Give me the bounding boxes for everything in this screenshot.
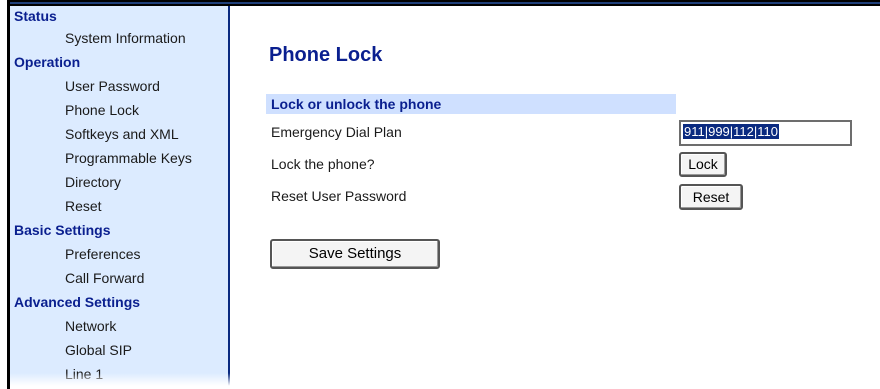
emergency-dial-plan-label: Emergency Dial Plan [271, 124, 402, 140]
sidebar-item-network[interactable]: Network [10, 314, 228, 338]
sidebar-item-phone-lock[interactable]: Phone Lock [10, 98, 228, 122]
sidebar: Status System Information Operation User… [10, 6, 230, 389]
emergency-dial-plan-value: 911|999|112|110 [683, 124, 779, 139]
sidebar-fade [10, 373, 230, 389]
section-header: Lock or unlock the phone [266, 94, 676, 114]
save-settings-button[interactable]: Save Settings [270, 239, 440, 269]
sidebar-group-advanced-settings: Advanced Settings [14, 294, 141, 310]
sidebar-group-operation: Operation [14, 54, 81, 70]
sidebar-item-directory[interactable]: Directory [10, 170, 228, 194]
sidebar-item-user-password[interactable]: User Password [10, 74, 228, 98]
reset-button[interactable]: Reset [679, 184, 743, 210]
sidebar-group-basic-settings: Basic Settings [14, 222, 111, 238]
sidebar-item-system-information[interactable]: System Information [10, 26, 228, 50]
sidebar-item-reset[interactable]: Reset [10, 194, 228, 218]
sidebar-group-status: Status [14, 8, 57, 24]
sidebar-item-call-forward[interactable]: Call Forward [10, 266, 228, 290]
lock-phone-label: Lock the phone? [271, 156, 375, 172]
lock-button[interactable]: Lock [679, 152, 727, 177]
reset-user-password-label: Reset User Password [271, 188, 407, 204]
sidebar-item-preferences[interactable]: Preferences [10, 242, 228, 266]
main-content: Phone Lock Lock or unlock the phone Emer… [232, 6, 880, 389]
top-border-accent [10, 2, 880, 4]
page-title: Phone Lock [269, 44, 383, 66]
sidebar-item-softkeys-and-xml[interactable]: Softkeys and XML [10, 122, 228, 146]
emergency-dial-plan-input[interactable]: 911|999|112|110 [679, 120, 852, 146]
sidebar-item-programmable-keys[interactable]: Programmable Keys [10, 146, 228, 170]
sidebar-item-global-sip[interactable]: Global SIP [10, 338, 228, 362]
